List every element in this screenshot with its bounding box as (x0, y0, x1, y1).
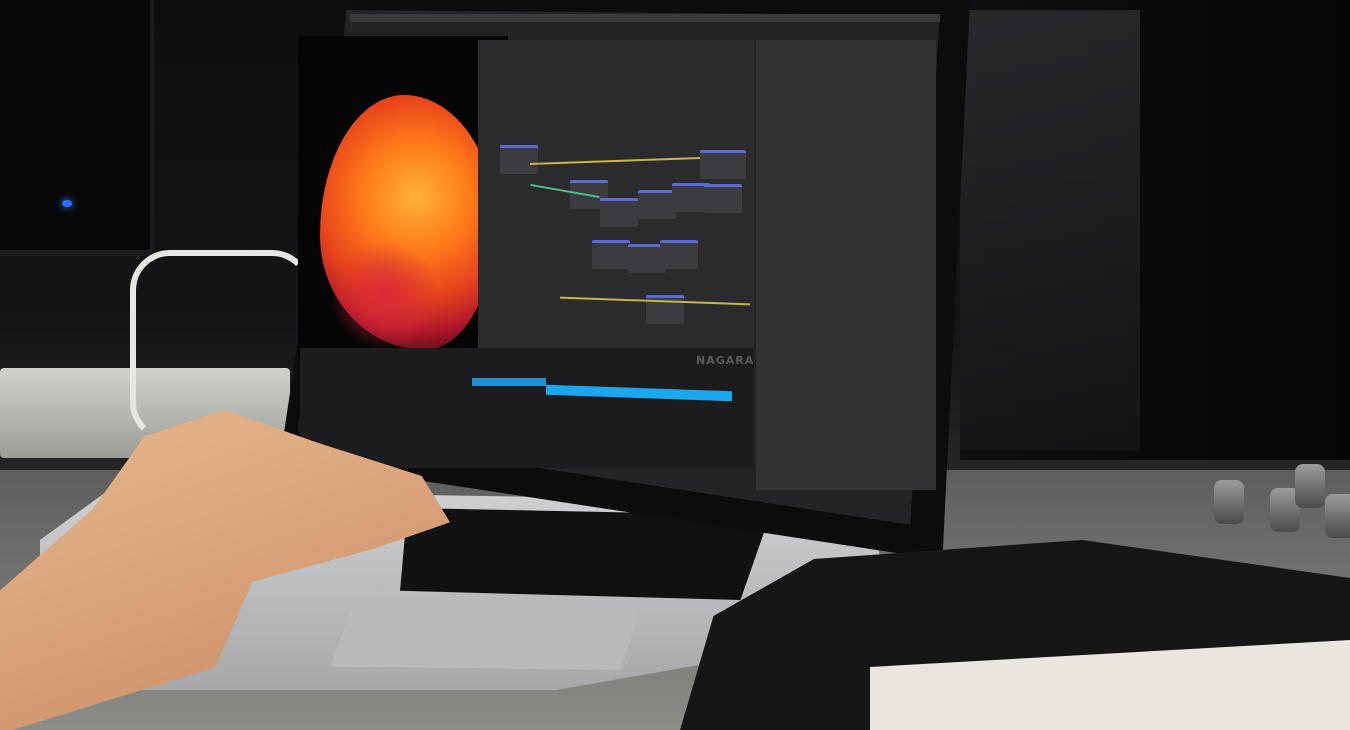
app-menu-bar (350, 14, 940, 22)
background-monitor (0, 0, 154, 256)
photo-scene: NAGARA (0, 0, 1350, 730)
timeline-panel (300, 348, 754, 468)
synth-knob (1295, 464, 1325, 508)
synth-knob (1214, 480, 1244, 524)
timeline-selection-row (472, 378, 546, 386)
synth-knob (1325, 494, 1350, 538)
graph-node (592, 240, 630, 269)
graph-node (700, 150, 746, 179)
watermark: NAGARA (696, 354, 755, 367)
monitor-power-led (62, 200, 72, 207)
fire-simulation-lower (330, 240, 440, 350)
graph-node (500, 145, 538, 174)
graph-node (660, 240, 698, 269)
background-panel (960, 10, 1140, 450)
properties-panel (756, 40, 936, 490)
laptop-trackpad (330, 600, 640, 670)
graph-node (638, 190, 676, 219)
graph-node (600, 198, 638, 227)
graph-node (704, 184, 742, 213)
